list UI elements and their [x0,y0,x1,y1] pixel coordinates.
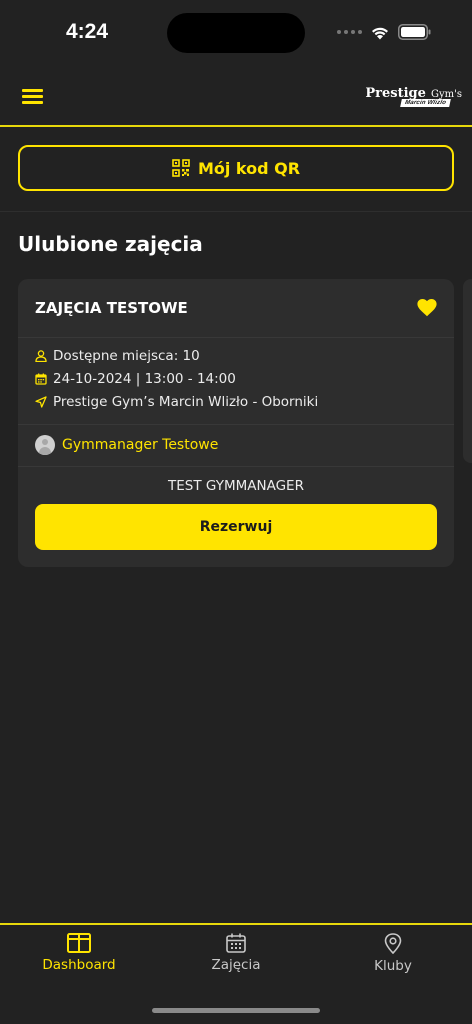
reserve-button[interactable]: Rezerwuj [35,504,437,550]
status-time: 4:24 [66,20,109,43]
location-row: Prestige Gym’s Marcin Wlizło - Oborniki [35,394,318,410]
class-name: ZAJĘCIA TESTOWE [35,299,188,317]
dynamic-island [167,13,305,53]
hamburger-menu-icon[interactable] [22,87,44,105]
favorite-heart-icon[interactable] [417,299,437,317]
tab-clubs-label: Kluby [374,958,412,974]
tab-dashboard[interactable]: Dashboard [19,933,139,983]
tab-dashboard-label: Dashboard [42,957,116,973]
datetime-row: 24-10-2024 | 13:00 - 14:00 [35,371,236,387]
tab-classes-label: Zajęcia [211,957,261,973]
dashboard-icon [67,933,91,953]
card-divider [18,424,454,425]
trainer-avatar [35,435,55,455]
wifi-icon [372,27,388,39]
class-subtitle: TEST GYMMANAGER [168,478,304,494]
favorites-section-title: Ulubione zajęcia [18,232,203,256]
battery-icon [398,24,431,40]
next-class-card-peek[interactable] [463,279,472,463]
location-pin-icon [384,933,402,954]
status-icons [337,22,432,42]
trainer-name: Gymmanager Testowe [62,437,219,453]
logo-sub: Marcin Wlizlo [400,99,451,107]
qr-button-label: Mój kod QR [197,158,301,178]
status-bar: 4:24 [0,0,472,66]
my-qr-code-button[interactable]: Mój kod QR [18,145,454,191]
navigation-arrow-icon [35,396,47,408]
section-divider [0,211,472,212]
prestige-gyms-logo: Prestige Gym's Marcin Wlizlo [365,82,462,114]
available-spots: Dostępne miejsca: 10 [53,348,200,364]
top-app-bar: Prestige Gym's Marcin Wlizlo [0,66,472,127]
qr-code-icon [172,159,190,177]
cellular-signal-icon [337,30,362,34]
class-datetime: 24-10-2024 | 13:00 - 14:00 [53,371,236,387]
class-card[interactable]: ZAJĘCIA TESTOWE Dostępne miejsca: 10 24-… [18,279,454,567]
calendar-small-icon [35,373,47,385]
available-spots-row: Dostępne miejsca: 10 [35,348,200,364]
tab-classes[interactable]: Zajęcia [176,933,296,983]
calendar-icon [226,933,246,953]
card-divider [18,466,454,467]
card-divider [18,337,454,338]
tab-clubs[interactable]: Kluby [333,933,453,983]
person-icon [35,350,47,362]
class-location: Prestige Gym’s Marcin Wlizło - Oborniki [53,394,319,410]
trainer-row[interactable]: Gymmanager Testowe [35,435,218,455]
home-indicator[interactable] [152,1008,320,1013]
